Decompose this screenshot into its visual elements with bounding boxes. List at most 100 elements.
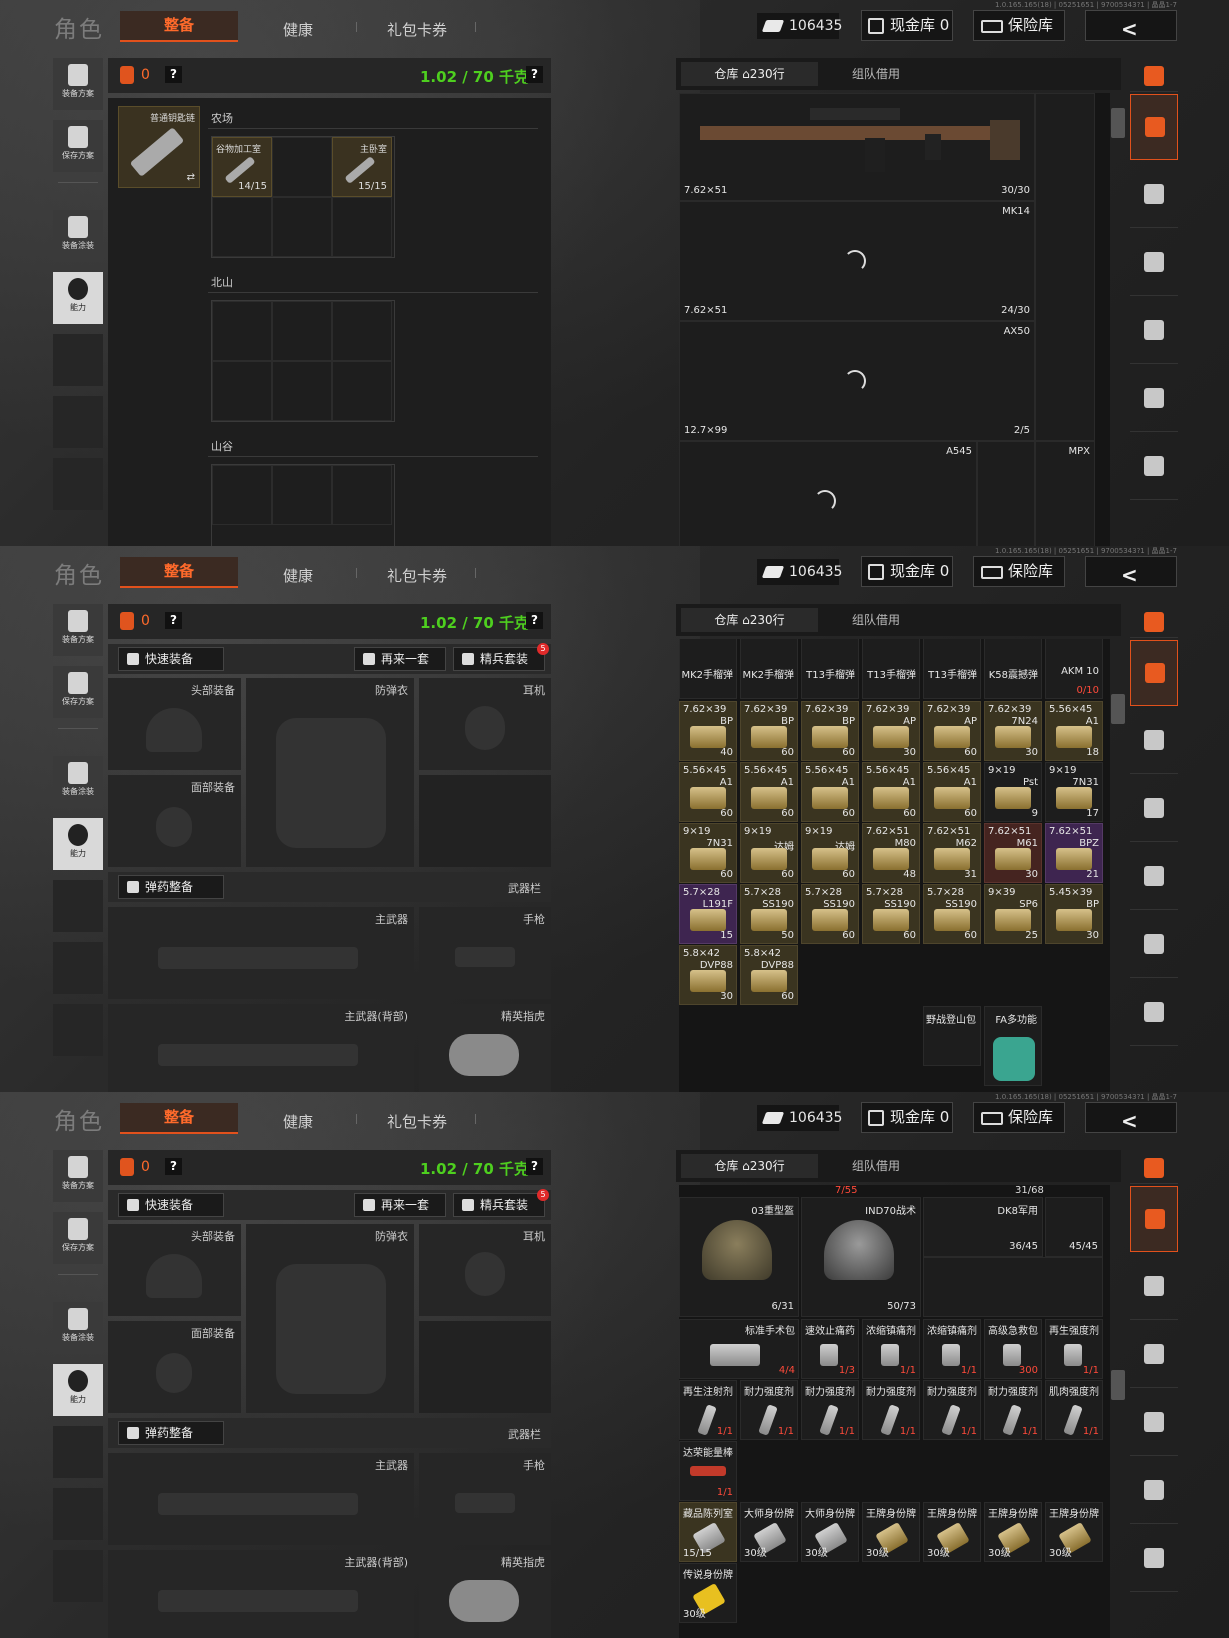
stash-item-ammo[interactable]: 7.62×51 BPZ 21 xyxy=(1045,823,1103,883)
weight-help-icon[interactable]: ? xyxy=(526,612,543,629)
tab-health[interactable]: 健康 xyxy=(283,1111,313,1132)
stash-item-injector[interactable]: 再生注射剂 1/1 xyxy=(679,1380,737,1440)
weight-help-icon[interactable]: ? xyxy=(526,66,543,83)
tab-gift-coupons[interactable]: 礼包卡券 xyxy=(387,19,447,40)
paint-button[interactable]: 装备涂装 xyxy=(53,210,103,262)
stash-item-ammo[interactable]: 5.8×42 DVP88 60 xyxy=(740,945,798,1005)
armor-slot[interactable]: 防弹衣 xyxy=(246,1224,414,1413)
help-icon[interactable]: ? xyxy=(165,66,182,83)
category-all[interactable] xyxy=(1130,640,1178,706)
stash-item-ammo[interactable]: 9×19 7N31 60 xyxy=(679,823,737,883)
category-ammo[interactable] xyxy=(1130,912,1178,978)
stash-item-ammo[interactable]: 9×39 SP6 25 xyxy=(984,884,1042,944)
primary-weapon-slot[interactable]: 主武器 xyxy=(108,907,414,999)
tab-loadout[interactable]: 整备 xyxy=(120,557,238,588)
stash-scrollbar[interactable] xyxy=(1111,694,1125,724)
keychain-slot[interactable]: 普通钥匙链 ⇄ xyxy=(118,106,200,188)
category-weapons[interactable] xyxy=(1130,230,1178,296)
stash-item-medical[interactable]: 再生强度剂 1/1 xyxy=(1045,1319,1103,1379)
stash-item-helmet[interactable]: 03重型盔 6/31 xyxy=(679,1197,799,1317)
plan-button[interactable]: 装备方案 xyxy=(53,58,103,110)
stash-item-ammo[interactable]: 7.62×39 BP 60 xyxy=(740,701,798,761)
stash-item-ax50[interactable]: AX50 12.7×99 2/5 xyxy=(679,321,1035,441)
category-gear[interactable] xyxy=(1130,1254,1178,1320)
stash-item-injector[interactable]: 耐力强度剂 1/1 xyxy=(984,1380,1042,1440)
melee-slot[interactable]: 精英指虎 xyxy=(419,1004,551,1092)
ammo-prep-button[interactable]: 弹药整备 xyxy=(118,875,224,899)
sort-button[interactable] xyxy=(1130,58,1178,92)
stash-item-ammo[interactable]: 5.7×28 SS190 60 xyxy=(801,884,859,944)
stash-item-injector[interactable]: 肌肉强度剂 1/1 xyxy=(1045,1380,1103,1440)
melee-slot[interactable]: 精英指虎 xyxy=(419,1550,551,1638)
stash-item-mk14[interactable]: MK14 7.62×51 24/30 xyxy=(679,201,1035,321)
key-slot[interactable]: 主卧室 15/15 xyxy=(332,137,392,197)
category-attachments[interactable] xyxy=(1130,434,1178,500)
back-weapon-slot[interactable]: 主武器(背部) xyxy=(108,1004,414,1092)
face-slot[interactable]: 面部装备 xyxy=(108,775,241,867)
stash-item-ammo[interactable]: 7.62×39 BP 40 xyxy=(679,701,737,761)
stash-item-dogtag[interactable]: 大师身份牌 30级 xyxy=(740,1502,798,1562)
stash-item-ammo[interactable]: 9×19 达姆 60 xyxy=(740,823,798,883)
back-button[interactable]: < xyxy=(1085,556,1177,587)
stash-item-mpx[interactable]: MPX xyxy=(1035,441,1095,546)
empty-key-slot[interactable] xyxy=(212,301,272,361)
tab-gift-coupons[interactable]: 礼包卡券 xyxy=(387,565,447,586)
armor-slot[interactable]: 防弹衣 xyxy=(246,678,414,867)
stash-empty[interactable] xyxy=(977,441,1035,546)
empty-key-slot[interactable] xyxy=(272,197,332,257)
sort-button[interactable] xyxy=(1130,1150,1178,1184)
category-magazines[interactable] xyxy=(1130,844,1178,910)
empty-key-slot[interactable] xyxy=(272,137,332,197)
stash-item-dogtag[interactable]: 大师身份牌 30级 xyxy=(801,1502,859,1562)
stash-item-grenade[interactable]: AKM 10 0/10 xyxy=(1045,639,1103,699)
category-ammo[interactable] xyxy=(1130,366,1178,432)
again-button[interactable]: 再来一套 xyxy=(354,1193,446,1217)
help-icon[interactable]: ? xyxy=(165,612,182,629)
stash-item-medical[interactable]: 浓缩镇痛剂 1/1 xyxy=(923,1319,981,1379)
stash-item-injector[interactable]: 耐力强度剂 1/1 xyxy=(923,1380,981,1440)
stash-item-injector[interactable]: 耐力强度剂 1/1 xyxy=(740,1380,798,1440)
key-slot[interactable]: 谷物加工室 14/15 xyxy=(212,137,272,197)
sort-button[interactable] xyxy=(1130,604,1178,638)
stash-item-ammo[interactable]: 5.56×45 A1 18 xyxy=(1045,701,1103,761)
headset-slot[interactable]: 耳机 xyxy=(419,1224,551,1316)
cash-store-button[interactable]: 现金库 0 xyxy=(861,556,953,587)
stash-item-ammo[interactable]: 5.56×45 A1 60 xyxy=(801,762,859,822)
stash-item-energy-bar[interactable]: 达荣能量棒 1/1 xyxy=(679,1441,737,1501)
safe-button[interactable]: 保险库 xyxy=(973,556,1065,587)
category-magazines[interactable] xyxy=(1130,1390,1178,1456)
stash-item-dogtag[interactable]: 王牌身份牌 30级 xyxy=(1045,1502,1103,1562)
safe-button[interactable]: 保险库 xyxy=(973,10,1065,41)
back-button[interactable]: < xyxy=(1085,1102,1177,1133)
stash-item-ammo[interactable]: 7.62×39 BP 60 xyxy=(801,701,859,761)
elite-set-button[interactable]: 精兵套装 5 xyxy=(453,643,549,671)
empty-key-slot[interactable] xyxy=(212,465,272,525)
tab-loadout[interactable]: 整备 xyxy=(120,11,238,42)
tab-team-borrow[interactable]: 组队借用 xyxy=(826,1154,926,1178)
tab-loadout[interactable]: 整备 xyxy=(120,1103,238,1134)
stash-item-legend-tag[interactable]: 传说身份牌 30级 xyxy=(679,1563,737,1623)
category-attachments[interactable] xyxy=(1130,1526,1178,1592)
stash-item-ammo[interactable]: 5.56×45 A1 60 xyxy=(740,762,798,822)
cash-store-button[interactable]: 现金库 0 xyxy=(861,1102,953,1133)
stash-item-ammo[interactable]: 5.45×39 BP 30 xyxy=(1045,884,1103,944)
save-plan-button[interactable]: 保存方案 xyxy=(53,666,103,718)
category-ammo[interactable] xyxy=(1130,1458,1178,1524)
stash-item-dogtag[interactable]: 王牌身份牌 30级 xyxy=(984,1502,1042,1562)
pistol-slot[interactable]: 手枪 xyxy=(419,907,551,999)
tab-team-borrow[interactable]: 组队借用 xyxy=(826,62,926,86)
stash-item-ammo[interactable]: 7.62×51 M62 31 xyxy=(923,823,981,883)
ammo-prep-button[interactable]: 弹药整备 xyxy=(118,1421,224,1445)
empty-key-slot[interactable] xyxy=(272,465,332,525)
stash-item-grenade[interactable]: MK2手榴弹 xyxy=(679,639,737,699)
stash-item-ammo[interactable]: 7.62×39 AP 60 xyxy=(923,701,981,761)
empty-key-slot[interactable] xyxy=(272,361,332,421)
head-slot[interactable]: 头部装备 xyxy=(108,678,241,770)
stash-item-injector[interactable]: 耐力强度剂 1/1 xyxy=(801,1380,859,1440)
save-plan-button[interactable]: 保存方案 xyxy=(53,1212,103,1264)
back-button[interactable]: < xyxy=(1085,10,1177,41)
tab-team-borrow[interactable]: 组队借用 xyxy=(826,608,926,632)
stash-item-ammo[interactable]: 9×19 达姆 60 xyxy=(801,823,859,883)
primary-weapon-slot[interactable]: 主武器 xyxy=(108,1453,414,1545)
category-gear[interactable] xyxy=(1130,162,1178,228)
